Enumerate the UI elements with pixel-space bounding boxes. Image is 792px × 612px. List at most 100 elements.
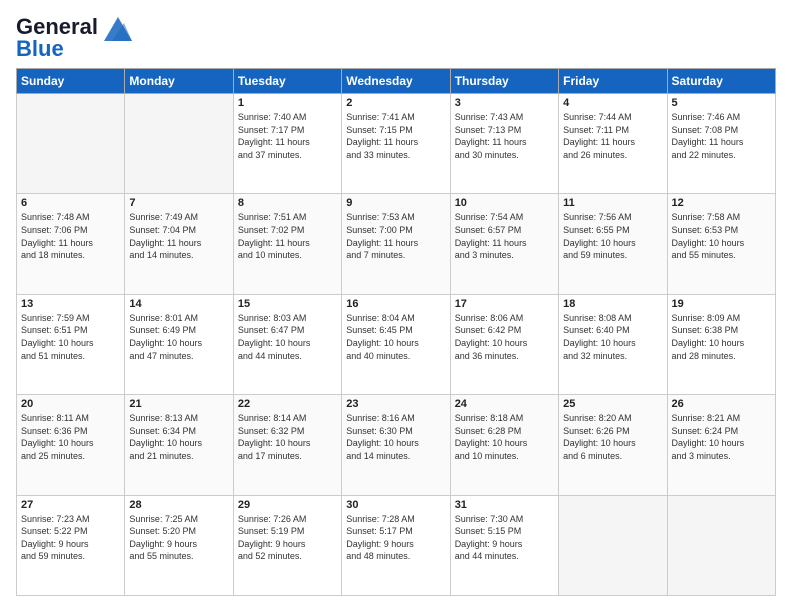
day-info: Sunrise: 8:11 AM Sunset: 6:36 PM Dayligh… <box>21 412 120 462</box>
day-number: 23 <box>346 398 445 410</box>
calendar-cell: 4Sunrise: 7:44 AM Sunset: 7:11 PM Daylig… <box>559 94 667 194</box>
day-number: 28 <box>129 499 228 511</box>
calendar-cell: 16Sunrise: 8:04 AM Sunset: 6:45 PM Dayli… <box>342 294 450 394</box>
day-info: Sunrise: 7:25 AM Sunset: 5:20 PM Dayligh… <box>129 513 228 563</box>
calendar-cell: 5Sunrise: 7:46 AM Sunset: 7:08 PM Daylig… <box>667 94 775 194</box>
day-info: Sunrise: 8:18 AM Sunset: 6:28 PM Dayligh… <box>455 412 554 462</box>
day-number: 15 <box>238 298 337 310</box>
week-row-2: 6 Sunrise: 7:48 AM Sunset: 7:06 PM Daylig… <box>17 194 776 294</box>
day-number: 16 <box>346 298 445 310</box>
calendar-cell: 9Sunrise: 7:53 AM Sunset: 7:00 PM Daylig… <box>342 194 450 294</box>
weekday-header-thursday: Thursday <box>450 69 558 94</box>
calendar-cell: 2Sunrise: 7:41 AM Sunset: 7:15 PM Daylig… <box>342 94 450 194</box>
day-info: Sunrise: 8:21 AM Sunset: 6:24 PM Dayligh… <box>672 412 771 462</box>
calendar-table: SundayMondayTuesdayWednesdayThursdayFrid… <box>16 68 776 596</box>
day-number: 21 <box>129 398 228 410</box>
day-info: Sunrise: 7:56 AM Sunset: 6:55 PM Dayligh… <box>563 211 662 261</box>
calendar-cell: 18 Sunrise: 8:08 AM Sunset: 6:40 PM Dayli… <box>559 294 667 394</box>
day-number: 14 <box>129 298 228 310</box>
day-number: 10 <box>455 197 554 209</box>
week-row-4: 20 Sunrise: 8:11 AM Sunset: 6:36 PM Dayli… <box>17 395 776 495</box>
day-number: 12 <box>672 197 771 209</box>
day-number: 9 <box>346 197 445 209</box>
calendar-cell <box>667 495 775 595</box>
day-number: 18 <box>563 298 662 310</box>
calendar-cell: 3 Sunrise: 7:43 AM Sunset: 7:13 PM Daylig… <box>450 94 558 194</box>
calendar-cell: 15 Sunrise: 8:03 AM Sunset: 6:47 PM Dayli… <box>233 294 341 394</box>
calendar-cell: 25 Sunrise: 8:20 AM Sunset: 6:26 PM Dayli… <box>559 395 667 495</box>
calendar-cell: 26 Sunrise: 8:21 AM Sunset: 6:24 PM Dayli… <box>667 395 775 495</box>
day-number: 1 <box>238 97 337 109</box>
calendar-cell <box>125 94 233 194</box>
day-info: Sunrise: 8:01 AM Sunset: 6:49 PM Dayligh… <box>129 312 228 362</box>
logo-icon <box>102 13 134 45</box>
day-info: Sunrise: 7:28 AM Sunset: 5:17 PM Dayligh… <box>346 513 445 563</box>
calendar-cell: 13 Sunrise: 7:59 AM Sunset: 6:51 PM Dayli… <box>17 294 125 394</box>
logo-general: General <box>16 16 98 38</box>
logo-blue: Blue <box>16 38 98 60</box>
calendar-cell: 6 Sunrise: 7:48 AM Sunset: 7:06 PM Daylig… <box>17 194 125 294</box>
weekday-header-friday: Friday <box>559 69 667 94</box>
day-number: 24 <box>455 398 554 410</box>
page: General Blue SundayMondayTuesdayWednesda… <box>0 0 792 612</box>
weekday-header-wednesday: Wednesday <box>342 69 450 94</box>
day-info: Sunrise: 7:40 AM Sunset: 7:17 PM Dayligh… <box>238 111 337 161</box>
day-info: Sunrise: 8:14 AM Sunset: 6:32 PM Dayligh… <box>238 412 337 462</box>
calendar-cell: 19Sunrise: 8:09 AM Sunset: 6:38 PM Dayli… <box>667 294 775 394</box>
day-number: 31 <box>455 499 554 511</box>
day-info: Sunrise: 8:13 AM Sunset: 6:34 PM Dayligh… <box>129 412 228 462</box>
day-number: 11 <box>563 197 662 209</box>
day-info: Sunrise: 8:06 AM Sunset: 6:42 PM Dayligh… <box>455 312 554 362</box>
calendar-cell: 11 Sunrise: 7:56 AM Sunset: 6:55 PM Dayli… <box>559 194 667 294</box>
calendar-cell <box>559 495 667 595</box>
calendar-cell <box>17 94 125 194</box>
calendar-cell: 17 Sunrise: 8:06 AM Sunset: 6:42 PM Dayli… <box>450 294 558 394</box>
weekday-header-saturday: Saturday <box>667 69 775 94</box>
calendar-cell: 24 Sunrise: 8:18 AM Sunset: 6:28 PM Dayli… <box>450 395 558 495</box>
calendar-cell: 29 Sunrise: 7:26 AM Sunset: 5:19 PM Dayli… <box>233 495 341 595</box>
calendar-cell: 21 Sunrise: 8:13 AM Sunset: 6:34 PM Dayli… <box>125 395 233 495</box>
calendar-cell: 22Sunrise: 8:14 AM Sunset: 6:32 PM Dayli… <box>233 395 341 495</box>
day-number: 13 <box>21 298 120 310</box>
day-info: Sunrise: 7:48 AM Sunset: 7:06 PM Dayligh… <box>21 211 120 261</box>
logo: General Blue <box>16 16 134 60</box>
weekday-header-row: SundayMondayTuesdayWednesdayThursdayFrid… <box>17 69 776 94</box>
day-number: 20 <box>21 398 120 410</box>
day-info: Sunrise: 7:49 AM Sunset: 7:04 PM Dayligh… <box>129 211 228 261</box>
day-info: Sunrise: 8:16 AM Sunset: 6:30 PM Dayligh… <box>346 412 445 462</box>
week-row-5: 27Sunrise: 7:23 AM Sunset: 5:22 PM Dayli… <box>17 495 776 595</box>
calendar-cell: 14 Sunrise: 8:01 AM Sunset: 6:49 PM Dayli… <box>125 294 233 394</box>
day-number: 2 <box>346 97 445 109</box>
calendar-cell: 7 Sunrise: 7:49 AM Sunset: 7:04 PM Daylig… <box>125 194 233 294</box>
day-info: Sunrise: 7:59 AM Sunset: 6:51 PM Dayligh… <box>21 312 120 362</box>
week-row-3: 13 Sunrise: 7:59 AM Sunset: 6:51 PM Dayli… <box>17 294 776 394</box>
day-number: 29 <box>238 499 337 511</box>
day-info: Sunrise: 7:51 AM Sunset: 7:02 PM Dayligh… <box>238 211 337 261</box>
weekday-header-monday: Monday <box>125 69 233 94</box>
day-info: Sunrise: 8:03 AM Sunset: 6:47 PM Dayligh… <box>238 312 337 362</box>
day-number: 8 <box>238 197 337 209</box>
day-number: 6 <box>21 197 120 209</box>
day-info: Sunrise: 7:26 AM Sunset: 5:19 PM Dayligh… <box>238 513 337 563</box>
calendar-cell: 1 Sunrise: 7:40 AM Sunset: 7:17 PM Daylig… <box>233 94 341 194</box>
day-info: Sunrise: 8:20 AM Sunset: 6:26 PM Dayligh… <box>563 412 662 462</box>
day-info: Sunrise: 7:46 AM Sunset: 7:08 PM Dayligh… <box>672 111 771 161</box>
day-info: Sunrise: 7:30 AM Sunset: 5:15 PM Dayligh… <box>455 513 554 563</box>
calendar-cell: 31 Sunrise: 7:30 AM Sunset: 5:15 PM Dayli… <box>450 495 558 595</box>
day-info: Sunrise: 7:58 AM Sunset: 6:53 PM Dayligh… <box>672 211 771 261</box>
calendar-cell: 10Sunrise: 7:54 AM Sunset: 6:57 PM Dayli… <box>450 194 558 294</box>
calendar-cell: 30Sunrise: 7:28 AM Sunset: 5:17 PM Dayli… <box>342 495 450 595</box>
day-number: 26 <box>672 398 771 410</box>
weekday-header-tuesday: Tuesday <box>233 69 341 94</box>
calendar-cell: 28 Sunrise: 7:25 AM Sunset: 5:20 PM Dayli… <box>125 495 233 595</box>
day-number: 19 <box>672 298 771 310</box>
calendar-cell: 20 Sunrise: 8:11 AM Sunset: 6:36 PM Dayli… <box>17 395 125 495</box>
day-info: Sunrise: 8:08 AM Sunset: 6:40 PM Dayligh… <box>563 312 662 362</box>
day-number: 7 <box>129 197 228 209</box>
day-number: 17 <box>455 298 554 310</box>
day-number: 25 <box>563 398 662 410</box>
day-number: 4 <box>563 97 662 109</box>
day-info: Sunrise: 7:43 AM Sunset: 7:13 PM Dayligh… <box>455 111 554 161</box>
day-number: 3 <box>455 97 554 109</box>
calendar-cell: 12 Sunrise: 7:58 AM Sunset: 6:53 PM Dayli… <box>667 194 775 294</box>
